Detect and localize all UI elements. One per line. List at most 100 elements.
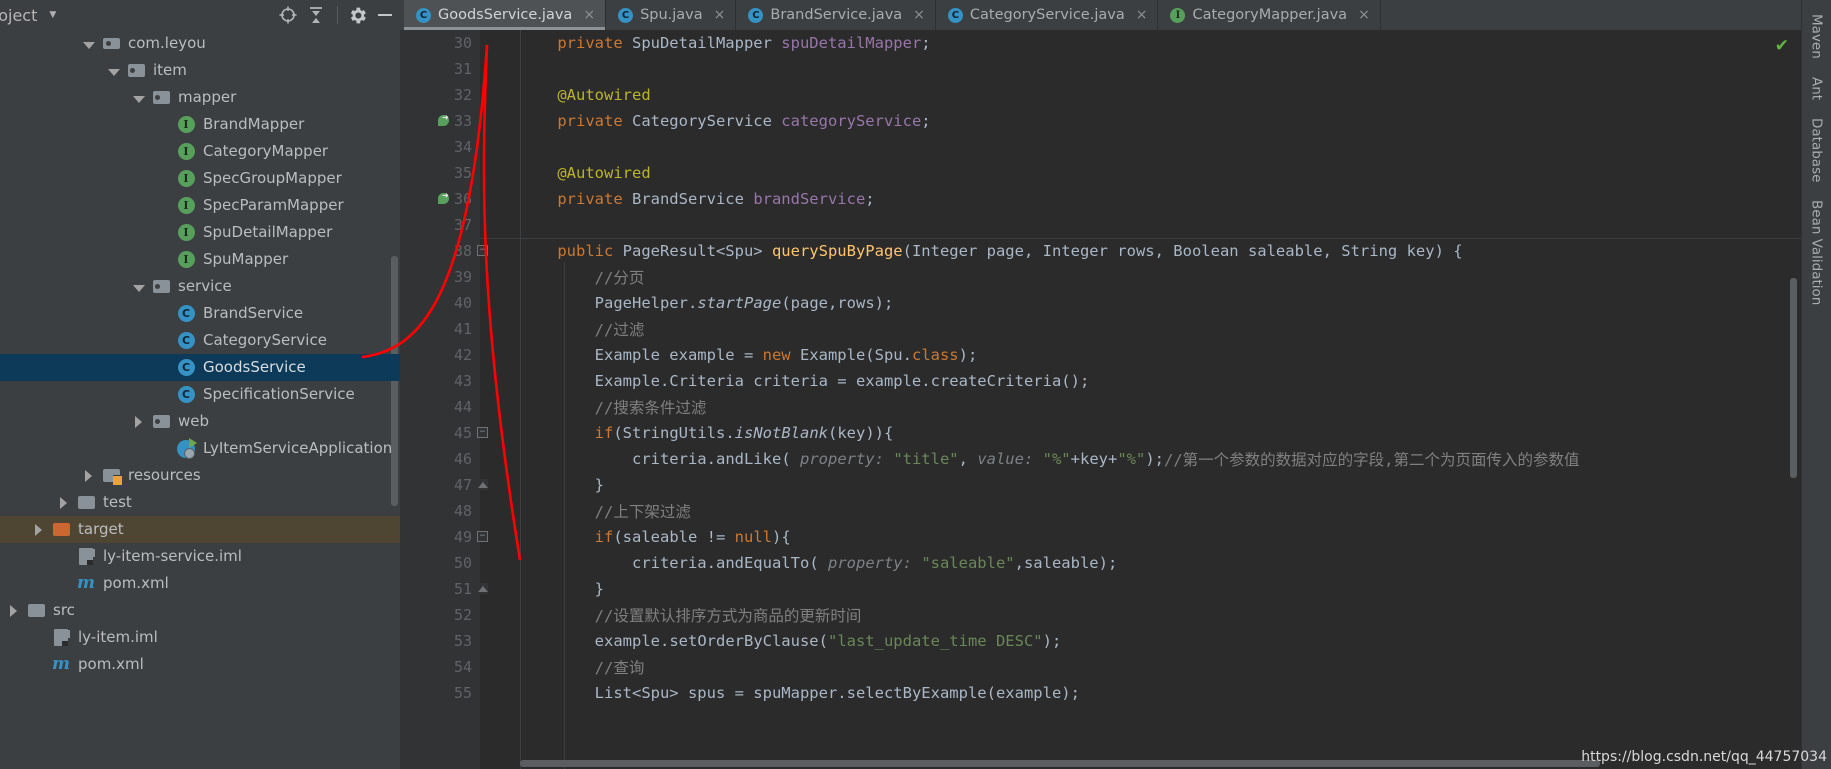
tree-item-spudetailmapper[interactable]: I SpuDetailMapper (0, 219, 400, 246)
code-line-31[interactable] (520, 56, 1801, 82)
gutter-line-40[interactable]: 40 (400, 290, 480, 316)
chevron-right-icon[interactable] (8, 605, 20, 617)
tree-item-pom-xml[interactable]: m pom.xml (0, 570, 400, 597)
gutter-line-47[interactable]: 47 (400, 472, 488, 498)
gutter-line-49[interactable]: −49 (400, 524, 488, 550)
gutter-line-43[interactable]: 43 (400, 368, 480, 394)
code-line-43[interactable]: Example.Criteria criteria = example. crea… (520, 368, 1801, 394)
editor-horizontal-scrollbar[interactable] (520, 760, 1600, 767)
gutter-line-41[interactable]: 41 (400, 316, 480, 342)
code-line-34[interactable] (520, 134, 1801, 160)
code-line-44[interactable]: //搜索条件过滤 (520, 394, 1801, 420)
gutter-line-52[interactable]: 52 (400, 602, 480, 628)
editor-tab-categoryservice[interactable]: C CategoryService.java × (935, 0, 1159, 30)
code-line-37[interactable] (520, 212, 1801, 238)
code-line-45[interactable]: if(StringUtils. isNotBlank(key)){ (520, 420, 1801, 446)
code-line-55[interactable]: List<Spu> spus = spuMapper. selectByExamp… (520, 680, 1801, 706)
gutter-line-36[interactable]: 36 (400, 186, 480, 212)
gutter-line-39[interactable]: 39 (400, 264, 480, 290)
gutter-line-35[interactable]: 35 (400, 160, 480, 186)
tree-item-resources[interactable]: resources (0, 462, 400, 489)
editor-tab-brandservice[interactable]: C BrandService.java × (736, 0, 936, 30)
gutter-line-45[interactable]: −45 (400, 420, 488, 446)
editor-tab-spu[interactable]: C Spu.java × (606, 0, 737, 30)
gutter-line-32[interactable]: 32 (400, 82, 480, 108)
code-line-30[interactable]: private SpuDetailMapper spuDetailMapper; (520, 30, 1801, 56)
chevron-down-icon[interactable]: ▼ (49, 10, 56, 20)
code-line-49[interactable]: if(saleable != null){ (520, 524, 1801, 550)
gutter-line-31[interactable]: 31 (400, 56, 480, 82)
tree-item-spumapper[interactable]: I SpuMapper (0, 246, 400, 273)
gutter-line-53[interactable]: 53 (400, 628, 480, 654)
close-icon[interactable]: × (583, 8, 595, 22)
tree-item-target[interactable]: target (0, 516, 400, 543)
tree-item-ly-item-service-iml[interactable]: ly-item-service.iml (0, 543, 400, 570)
gutter-line-48[interactable]: 48 (400, 498, 480, 524)
code-line-48[interactable]: //上下架过滤 (520, 498, 1801, 524)
gutter-line-55[interactable]: 55 (400, 680, 480, 706)
collapse-all-icon[interactable] (303, 2, 329, 28)
gutter-line-50[interactable]: 50 (400, 550, 480, 576)
right-tool-window-bar[interactable]: Maven Ant Database Bean Validation (1801, 0, 1831, 769)
override-method-icon[interactable] (438, 113, 454, 129)
editor-vertical-scrollbar[interactable] (1790, 278, 1797, 478)
code-line-52[interactable]: //设置默认排序方式为商品的更新时间 (520, 602, 1801, 628)
gutter-line-51[interactable]: 51 (400, 576, 488, 602)
code-line-53[interactable]: example. setOrderByClause("last_update_ti… (520, 628, 1801, 654)
gutter-line-34[interactable]: 34 (400, 134, 480, 160)
chevron-right-icon[interactable] (33, 524, 45, 536)
editor-tab-categorymapper[interactable]: I CategoryMapper.java × (1158, 0, 1381, 30)
chevron-down-icon[interactable] (108, 65, 120, 77)
tree-item-ly-item-iml[interactable]: ly-item.iml (0, 624, 400, 651)
gutter-line-30[interactable]: 30 (400, 30, 480, 56)
gutter-line-38[interactable]: −38 (400, 238, 488, 264)
editor-tab-bar[interactable]: C GoodsService.java × C Spu.java × C BrandServi… (400, 0, 1801, 30)
tool-window-button-maven[interactable]: Maven (1809, 6, 1825, 67)
code-editor[interactable]: 30 31 32 33 34 35 36 37 −38 39 40 41 42 43 44 −45 46 47 48… (400, 30, 1801, 769)
code-line-35[interactable]: @Autowired (520, 160, 1801, 186)
tree-item-lyitemserviceapplication[interactable]: LyItemServiceApplication (0, 435, 400, 462)
gutter-line-46[interactable]: 46 (400, 446, 480, 472)
code-line-54[interactable]: //查询 (520, 654, 1801, 680)
close-icon[interactable]: × (913, 8, 925, 22)
code-line-42[interactable]: Example example = new Example(Spu. class)… (520, 342, 1801, 368)
close-icon[interactable]: × (1358, 8, 1370, 22)
gutter-line-44[interactable]: 44 (400, 394, 480, 420)
code-line-40[interactable]: PageHelper. startPage(page,rows); (520, 290, 1801, 316)
tree-item-specificationservice[interactable]: C SpecificationService (0, 381, 400, 408)
tool-window-button-ant[interactable]: Ant (1809, 69, 1825, 108)
tree-item-categorymapper[interactable]: I CategoryMapper (0, 138, 400, 165)
gutter-line-54[interactable]: 54 (400, 654, 480, 680)
chevron-right-icon[interactable] (58, 497, 70, 509)
editor-gutter[interactable]: 30 31 32 33 34 35 36 37 −38 39 40 41 42 43 44 −45 46 47 48… (400, 30, 488, 769)
tree-item-mapper[interactable]: mapper (0, 84, 400, 111)
tree-item-test[interactable]: test (0, 489, 400, 516)
close-icon[interactable]: × (1136, 8, 1148, 22)
tree-item-brandmapper[interactable]: I BrandMapper (0, 111, 400, 138)
code-line-33[interactable]: private CategoryService categoryService; (520, 108, 1801, 134)
code-line-46[interactable]: criteria. andLike( property: "title", val… (520, 446, 1801, 472)
inspection-ok-icon[interactable]: ✔ (1775, 36, 1789, 56)
chevron-down-icon[interactable] (83, 38, 95, 50)
editor-tab-goodsservice[interactable]: C GoodsService.java × (404, 0, 607, 30)
tree-item-item[interactable]: item (0, 57, 400, 84)
tree-item-brandservice[interactable]: C BrandService (0, 300, 400, 327)
code-line-32[interactable]: @Autowired (520, 82, 1801, 108)
project-tree[interactable]: com.leyou item mapper I BrandMapper I Category… (0, 30, 400, 769)
gutter-line-42[interactable]: 42 (400, 342, 480, 368)
tree-item-goodsservice[interactable]: C GoodsService (0, 354, 400, 381)
editor-code-content[interactable]: private SpuDetailMapper spuDetailMapper;… (480, 30, 1801, 769)
tool-window-button-bean-validation[interactable]: Bean Validation (1809, 192, 1825, 313)
code-line-50[interactable]: criteria. andEqualTo( property: "saleable… (520, 550, 1801, 576)
code-line-51[interactable]: } (520, 576, 1801, 602)
tree-item-service[interactable]: service (0, 273, 400, 300)
chevron-down-icon[interactable] (133, 92, 145, 104)
chevron-down-icon[interactable] (133, 281, 145, 293)
tree-item-web[interactable]: web (0, 408, 400, 435)
gutter-line-37[interactable]: 37 (400, 212, 480, 238)
code-line-36[interactable]: private BrandService brandService; (520, 186, 1801, 212)
tree-item-pom-xml[interactable]: m pom.xml (0, 651, 400, 678)
close-icon[interactable]: × (714, 8, 726, 22)
tree-item-com-leyou[interactable]: com.leyou (0, 30, 400, 57)
code-line-47[interactable]: } (520, 472, 1801, 498)
